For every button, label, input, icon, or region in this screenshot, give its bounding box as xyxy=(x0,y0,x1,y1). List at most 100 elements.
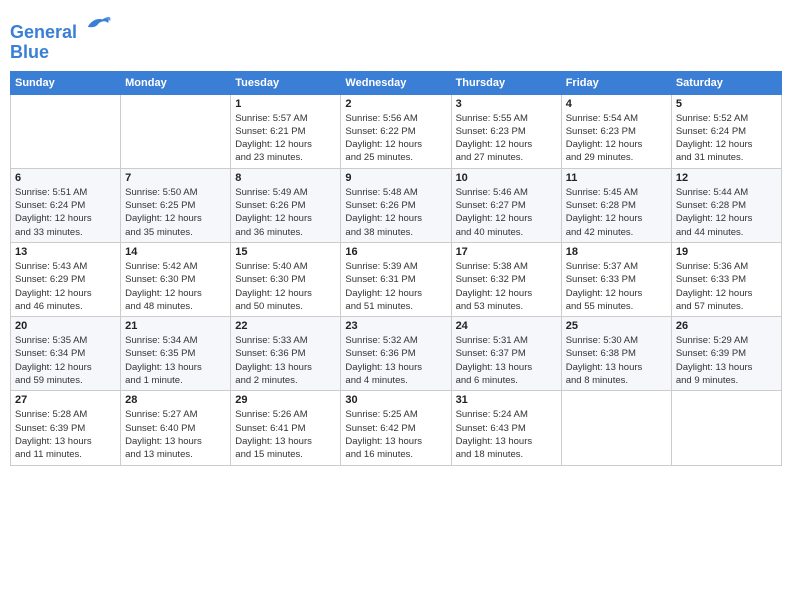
day-number: 29 xyxy=(235,394,336,406)
calendar-cell xyxy=(671,391,781,465)
calendar-week-3: 13Sunrise: 5:43 AMSunset: 6:29 PMDayligh… xyxy=(11,242,782,316)
calendar-cell: 4 Sunrise: 5:54 AMSunset: 6:23 PMDaylight… xyxy=(561,94,671,168)
calendar-cell: 9 Sunrise: 5:48 AMSunset: 6:26 PMDaylight… xyxy=(341,168,451,242)
logo: General Blue xyxy=(10,14,112,63)
calendar-cell: 6 Sunrise: 5:51 AMSunset: 6:24 PMDaylight… xyxy=(11,168,121,242)
calendar-cell: 20Sunrise: 5:35 AMSunset: 6:34 PMDayligh… xyxy=(11,317,121,391)
day-number: 28 xyxy=(125,394,226,406)
logo-bird-icon xyxy=(84,10,112,38)
weekday-header-friday: Friday xyxy=(561,71,671,94)
calendar-cell: 1 Sunrise: 5:57 AMSunset: 6:21 PMDaylight… xyxy=(231,94,341,168)
day-number: 25 xyxy=(566,320,667,332)
calendar-cell: 11 Sunrise: 5:45 AMSunset: 6:28 PMDayligh… xyxy=(561,168,671,242)
calendar-week-1: 1 Sunrise: 5:57 AMSunset: 6:21 PMDaylight… xyxy=(11,94,782,168)
day-number: 2 xyxy=(345,98,446,110)
calendar-cell xyxy=(121,94,231,168)
day-detail: Sunrise: 5:34 AMSunset: 6:35 PMDaylight:… xyxy=(125,334,226,387)
day-number: 11 xyxy=(566,172,667,184)
calendar-cell: 21 Sunrise: 5:34 AMSunset: 6:35 PMDayligh… xyxy=(121,317,231,391)
calendar-cell: 13Sunrise: 5:43 AMSunset: 6:29 PMDayligh… xyxy=(11,242,121,316)
day-detail: Sunrise: 5:57 AMSunset: 6:21 PMDaylight:… xyxy=(235,112,336,165)
calendar-cell: 26 Sunrise: 5:29 AMSunset: 6:39 PMDayligh… xyxy=(671,317,781,391)
day-detail: Sunrise: 5:30 AMSunset: 6:38 PMDaylight:… xyxy=(566,334,667,387)
weekday-header-saturday: Saturday xyxy=(671,71,781,94)
day-number: 3 xyxy=(456,98,557,110)
day-detail: Sunrise: 5:27 AMSunset: 6:40 PMDaylight:… xyxy=(125,408,226,461)
day-detail: Sunrise: 5:46 AMSunset: 6:27 PMDaylight:… xyxy=(456,186,557,239)
day-number: 23 xyxy=(345,320,446,332)
weekday-header-sunday: Sunday xyxy=(11,71,121,94)
day-detail: Sunrise: 5:26 AMSunset: 6:41 PMDaylight:… xyxy=(235,408,336,461)
day-number: 13 xyxy=(15,246,116,258)
weekday-header-wednesday: Wednesday xyxy=(341,71,451,94)
day-number: 12 xyxy=(676,172,777,184)
day-detail: Sunrise: 5:29 AMSunset: 6:39 PMDaylight:… xyxy=(676,334,777,387)
logo-blue: Blue xyxy=(10,42,49,62)
page-header: General Blue xyxy=(10,10,782,63)
day-number: 18 xyxy=(566,246,667,258)
day-number: 16 xyxy=(345,246,446,258)
calendar-cell: 29 Sunrise: 5:26 AMSunset: 6:41 PMDayligh… xyxy=(231,391,341,465)
day-detail: Sunrise: 5:24 AMSunset: 6:43 PMDaylight:… xyxy=(456,408,557,461)
day-detail: Sunrise: 5:42 AMSunset: 6:30 PMDaylight:… xyxy=(125,260,226,313)
day-number: 15 xyxy=(235,246,336,258)
day-detail: Sunrise: 5:45 AMSunset: 6:28 PMDaylight:… xyxy=(566,186,667,239)
calendar-cell: 2 Sunrise: 5:56 AMSunset: 6:22 PMDaylight… xyxy=(341,94,451,168)
day-number: 8 xyxy=(235,172,336,184)
day-number: 5 xyxy=(676,98,777,110)
day-number: 26 xyxy=(676,320,777,332)
day-detail: Sunrise: 5:35 AMSunset: 6:34 PMDaylight:… xyxy=(15,334,116,387)
weekday-header-tuesday: Tuesday xyxy=(231,71,341,94)
day-number: 17 xyxy=(456,246,557,258)
calendar-cell: 18Sunrise: 5:37 AMSunset: 6:33 PMDayligh… xyxy=(561,242,671,316)
calendar-week-4: 20Sunrise: 5:35 AMSunset: 6:34 PMDayligh… xyxy=(11,317,782,391)
calendar-cell: 27 Sunrise: 5:28 AMSunset: 6:39 PMDayligh… xyxy=(11,391,121,465)
day-detail: Sunrise: 5:48 AMSunset: 6:26 PMDaylight:… xyxy=(345,186,446,239)
day-number: 30 xyxy=(345,394,446,406)
calendar-cell: 17 Sunrise: 5:38 AMSunset: 6:32 PMDayligh… xyxy=(451,242,561,316)
calendar-cell: 5Sunrise: 5:52 AMSunset: 6:24 PMDaylight… xyxy=(671,94,781,168)
calendar-cell: 14Sunrise: 5:42 AMSunset: 6:30 PMDayligh… xyxy=(121,242,231,316)
calendar-header-row: SundayMondayTuesdayWednesdayThursdayFrid… xyxy=(11,71,782,94)
calendar-cell: 23Sunrise: 5:32 AMSunset: 6:36 PMDayligh… xyxy=(341,317,451,391)
calendar-week-5: 27 Sunrise: 5:28 AMSunset: 6:39 PMDayligh… xyxy=(11,391,782,465)
day-detail: Sunrise: 5:56 AMSunset: 6:22 PMDaylight:… xyxy=(345,112,446,165)
day-number: 31 xyxy=(456,394,557,406)
day-detail: Sunrise: 5:33 AMSunset: 6:36 PMDaylight:… xyxy=(235,334,336,387)
calendar-cell: 8 Sunrise: 5:49 AMSunset: 6:26 PMDaylight… xyxy=(231,168,341,242)
day-number: 9 xyxy=(345,172,446,184)
day-number: 10 xyxy=(456,172,557,184)
day-number: 6 xyxy=(15,172,116,184)
day-detail: Sunrise: 5:54 AMSunset: 6:23 PMDaylight:… xyxy=(566,112,667,165)
day-number: 7 xyxy=(125,172,226,184)
day-number: 4 xyxy=(566,98,667,110)
day-detail: Sunrise: 5:55 AMSunset: 6:23 PMDaylight:… xyxy=(456,112,557,165)
logo-general: General xyxy=(10,22,77,42)
day-number: 21 xyxy=(125,320,226,332)
day-number: 1 xyxy=(235,98,336,110)
day-detail: Sunrise: 5:36 AMSunset: 6:33 PMDaylight:… xyxy=(676,260,777,313)
day-number: 24 xyxy=(456,320,557,332)
calendar-cell: 25 Sunrise: 5:30 AMSunset: 6:38 PMDayligh… xyxy=(561,317,671,391)
day-detail: Sunrise: 5:28 AMSunset: 6:39 PMDaylight:… xyxy=(15,408,116,461)
calendar-cell xyxy=(561,391,671,465)
day-detail: Sunrise: 5:31 AMSunset: 6:37 PMDaylight:… xyxy=(456,334,557,387)
weekday-header-thursday: Thursday xyxy=(451,71,561,94)
calendar-cell: 28 Sunrise: 5:27 AMSunset: 6:40 PMDayligh… xyxy=(121,391,231,465)
day-detail: Sunrise: 5:40 AMSunset: 6:30 PMDaylight:… xyxy=(235,260,336,313)
day-detail: Sunrise: 5:38 AMSunset: 6:32 PMDaylight:… xyxy=(456,260,557,313)
calendar-week-2: 6 Sunrise: 5:51 AMSunset: 6:24 PMDaylight… xyxy=(11,168,782,242)
day-number: 27 xyxy=(15,394,116,406)
day-detail: Sunrise: 5:50 AMSunset: 6:25 PMDaylight:… xyxy=(125,186,226,239)
calendar-cell: 31 Sunrise: 5:24 AMSunset: 6:43 PMDayligh… xyxy=(451,391,561,465)
day-detail: Sunrise: 5:49 AMSunset: 6:26 PMDaylight:… xyxy=(235,186,336,239)
day-detail: Sunrise: 5:25 AMSunset: 6:42 PMDaylight:… xyxy=(345,408,446,461)
day-number: 22 xyxy=(235,320,336,332)
calendar-table: SundayMondayTuesdayWednesdayThursdayFrid… xyxy=(10,71,782,466)
calendar-cell: 7 Sunrise: 5:50 AMSunset: 6:25 PMDaylight… xyxy=(121,168,231,242)
calendar-cell xyxy=(11,94,121,168)
calendar-cell: 10 Sunrise: 5:46 AMSunset: 6:27 PMDayligh… xyxy=(451,168,561,242)
day-detail: Sunrise: 5:51 AMSunset: 6:24 PMDaylight:… xyxy=(15,186,116,239)
weekday-header-monday: Monday xyxy=(121,71,231,94)
day-detail: Sunrise: 5:39 AMSunset: 6:31 PMDaylight:… xyxy=(345,260,446,313)
